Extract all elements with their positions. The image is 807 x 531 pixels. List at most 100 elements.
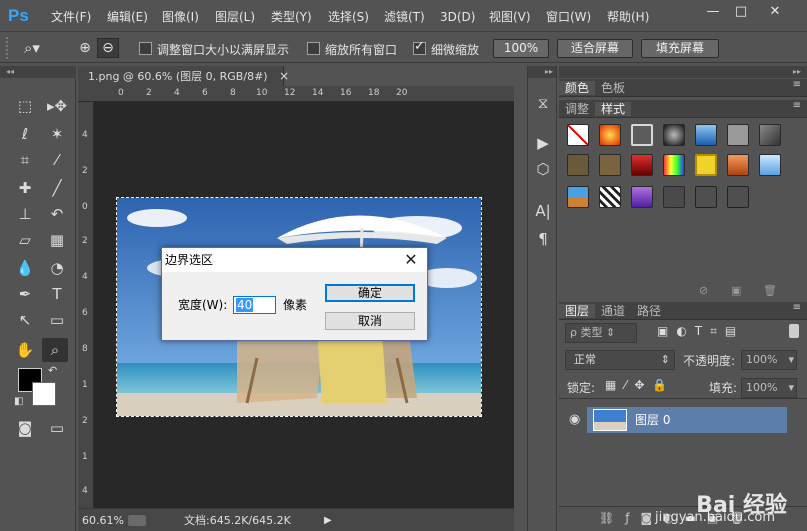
fit-screen-button[interactable]: 适合屏幕: [557, 39, 633, 58]
style-swatch[interactable]: [727, 186, 749, 208]
styles-delete-icon[interactable]: 🗑: [763, 284, 777, 297]
style-swatch[interactable]: [695, 154, 717, 176]
style-swatch[interactable]: [695, 186, 717, 208]
menu-filter[interactable]: 滤镜(T): [384, 8, 425, 26]
tab-swatches[interactable]: 色板: [595, 81, 631, 95]
style-swatch[interactable]: [631, 154, 653, 176]
opacity-input[interactable]: 100% ▾: [741, 350, 797, 370]
blend-mode-select[interactable]: 正常 ⇕: [565, 350, 675, 370]
path-selection-tool-icon[interactable]: ↖: [12, 308, 38, 332]
layer-filter-icons[interactable]: ▣◐T⌗▤: [657, 324, 744, 339]
strip-collapse-icon[interactable]: ▸▸: [528, 66, 556, 78]
paragraph-panel-icon[interactable]: ¶: [532, 228, 554, 250]
style-swatch[interactable]: [727, 154, 749, 176]
eraser-tool-icon[interactable]: ▱: [12, 228, 38, 252]
styles-new-icon[interactable]: ▣: [731, 284, 741, 297]
fill-screen-button[interactable]: 填充屏幕: [641, 39, 719, 58]
history-brush-tool-icon[interactable]: ↶: [44, 202, 70, 226]
document-tab[interactable]: 1.png @ 60.6% (图层 0, RGB/8#) ×: [78, 66, 289, 86]
quick-mask-icon[interactable]: ◙: [12, 416, 38, 440]
styles-clear-icon[interactable]: ⊘: [699, 284, 708, 297]
zoom-tool-preset-icon[interactable]: ⌕▾: [24, 38, 60, 58]
history-panel-icon[interactable]: ⧖: [532, 92, 554, 114]
style-swatch[interactable]: [663, 154, 685, 176]
style-swatch[interactable]: [663, 186, 685, 208]
3d-panel-icon[interactable]: ⬡: [532, 158, 554, 180]
style-swatch[interactable]: [759, 154, 781, 176]
layer-filter-kind[interactable]: ρ 类型 ⇕: [565, 323, 637, 343]
menu-window[interactable]: 窗口(W): [546, 8, 591, 26]
tab-styles[interactable]: 样式: [595, 102, 632, 116]
swap-colors-icon[interactable]: ↶: [48, 364, 57, 377]
menu-file[interactable]: 文件(F): [51, 8, 91, 26]
gradient-tool-icon[interactable]: ▦: [44, 228, 70, 252]
zoom-tool-icon[interactable]: ⌕: [42, 338, 68, 362]
marquee-tool-icon[interactable]: ⬚: [12, 94, 38, 118]
brush-tool-icon[interactable]: ╱: [44, 176, 70, 200]
zoom-out-icon[interactable]: ⊖: [97, 38, 119, 58]
pen-tool-icon[interactable]: ✒: [12, 282, 38, 306]
ok-button[interactable]: 确定: [325, 284, 415, 302]
clone-stamp-tool-icon[interactable]: ⊥: [12, 202, 38, 226]
type-tool-icon[interactable]: T: [44, 282, 70, 306]
lock-icons[interactable]: ▦⁄✥🔒: [605, 378, 675, 392]
resize-windows-checkbox[interactable]: [139, 42, 152, 55]
zoom-level[interactable]: 60.61%: [82, 509, 124, 531]
background-color-swatch[interactable]: [32, 382, 56, 406]
screen-mode-icon[interactable]: ▭: [44, 416, 70, 440]
style-swatch[interactable]: [599, 186, 621, 208]
tab-channels[interactable]: 通道: [595, 304, 631, 318]
scrubby-zoom-checkbox[interactable]: [413, 39, 426, 55]
default-colors-icon[interactable]: ◧: [14, 396, 23, 407]
menu-3d[interactable]: 3D(D): [440, 8, 475, 26]
blur-tool-icon[interactable]: 💧: [12, 256, 38, 280]
document-tab-close-icon[interactable]: ×: [279, 69, 289, 83]
minimize-button[interactable]: —: [703, 4, 723, 20]
hand-tool-icon[interactable]: ✋: [12, 338, 38, 362]
style-swatch[interactable]: [695, 124, 717, 146]
eyedropper-tool-icon[interactable]: ⁄: [44, 148, 70, 172]
healing-brush-tool-icon[interactable]: ✚: [12, 176, 38, 200]
tab-layers[interactable]: 图层: [559, 304, 596, 318]
layers-panel-menu-icon[interactable]: ≡: [793, 302, 801, 313]
menu-view[interactable]: 视图(V): [489, 8, 531, 26]
menu-image[interactable]: 图像(I): [162, 8, 199, 26]
style-swatch[interactable]: [599, 154, 621, 176]
lasso-tool-icon[interactable]: ℓ: [12, 122, 38, 146]
menu-select[interactable]: 选择(S): [328, 8, 369, 26]
menu-type[interactable]: 类型(Y): [271, 8, 312, 26]
styles-panel-menu-icon[interactable]: ≡: [793, 100, 801, 111]
tab-paths[interactable]: 路径: [631, 304, 667, 318]
layer-row[interactable]: 图层 0: [587, 407, 787, 433]
style-swatch[interactable]: [631, 124, 653, 146]
tab-adjustments[interactable]: 调整: [559, 102, 595, 116]
style-swatch[interactable]: [727, 124, 749, 146]
fill-input[interactable]: 100% ▾: [741, 378, 797, 398]
panels-collapse-icon[interactable]: ▸▸: [559, 66, 807, 78]
menu-edit[interactable]: 编辑(E): [107, 8, 148, 26]
shape-tool-icon[interactable]: ▭: [44, 308, 70, 332]
zoom-in-icon[interactable]: ⊕: [76, 39, 94, 57]
character-panel-icon[interactable]: A|: [532, 200, 554, 222]
style-swatch[interactable]: [599, 124, 621, 146]
magic-wand-tool-icon[interactable]: ✶: [44, 122, 70, 146]
menu-layer[interactable]: 图层(L): [215, 8, 255, 26]
tools-collapse-icon[interactable]: ◂◂: [0, 66, 76, 78]
actions-panel-icon[interactable]: ▶: [532, 132, 554, 154]
status-menu-arrow-icon[interactable]: ▶: [324, 509, 332, 531]
style-swatch[interactable]: [663, 124, 685, 146]
zoom-100-button[interactable]: 100%: [493, 39, 549, 58]
style-swatch[interactable]: [567, 154, 589, 176]
color-panel-menu-icon[interactable]: ≡: [793, 79, 801, 90]
dodge-tool-icon[interactable]: ◔: [44, 256, 70, 280]
style-swatch[interactable]: [759, 124, 781, 146]
menu-help[interactable]: 帮助(H): [607, 8, 649, 26]
style-swatch[interactable]: [567, 186, 589, 208]
close-window-button[interactable]: ✕: [765, 4, 785, 20]
layer-visibility-eye-icon[interactable]: ◉: [569, 412, 580, 427]
layer-name[interactable]: 图层 0: [635, 407, 670, 433]
cancel-button[interactable]: 取消: [325, 312, 415, 330]
status-preview-icon[interactable]: [128, 515, 146, 526]
layer-filter-toggle[interactable]: [789, 324, 799, 338]
style-swatch[interactable]: [631, 186, 653, 208]
